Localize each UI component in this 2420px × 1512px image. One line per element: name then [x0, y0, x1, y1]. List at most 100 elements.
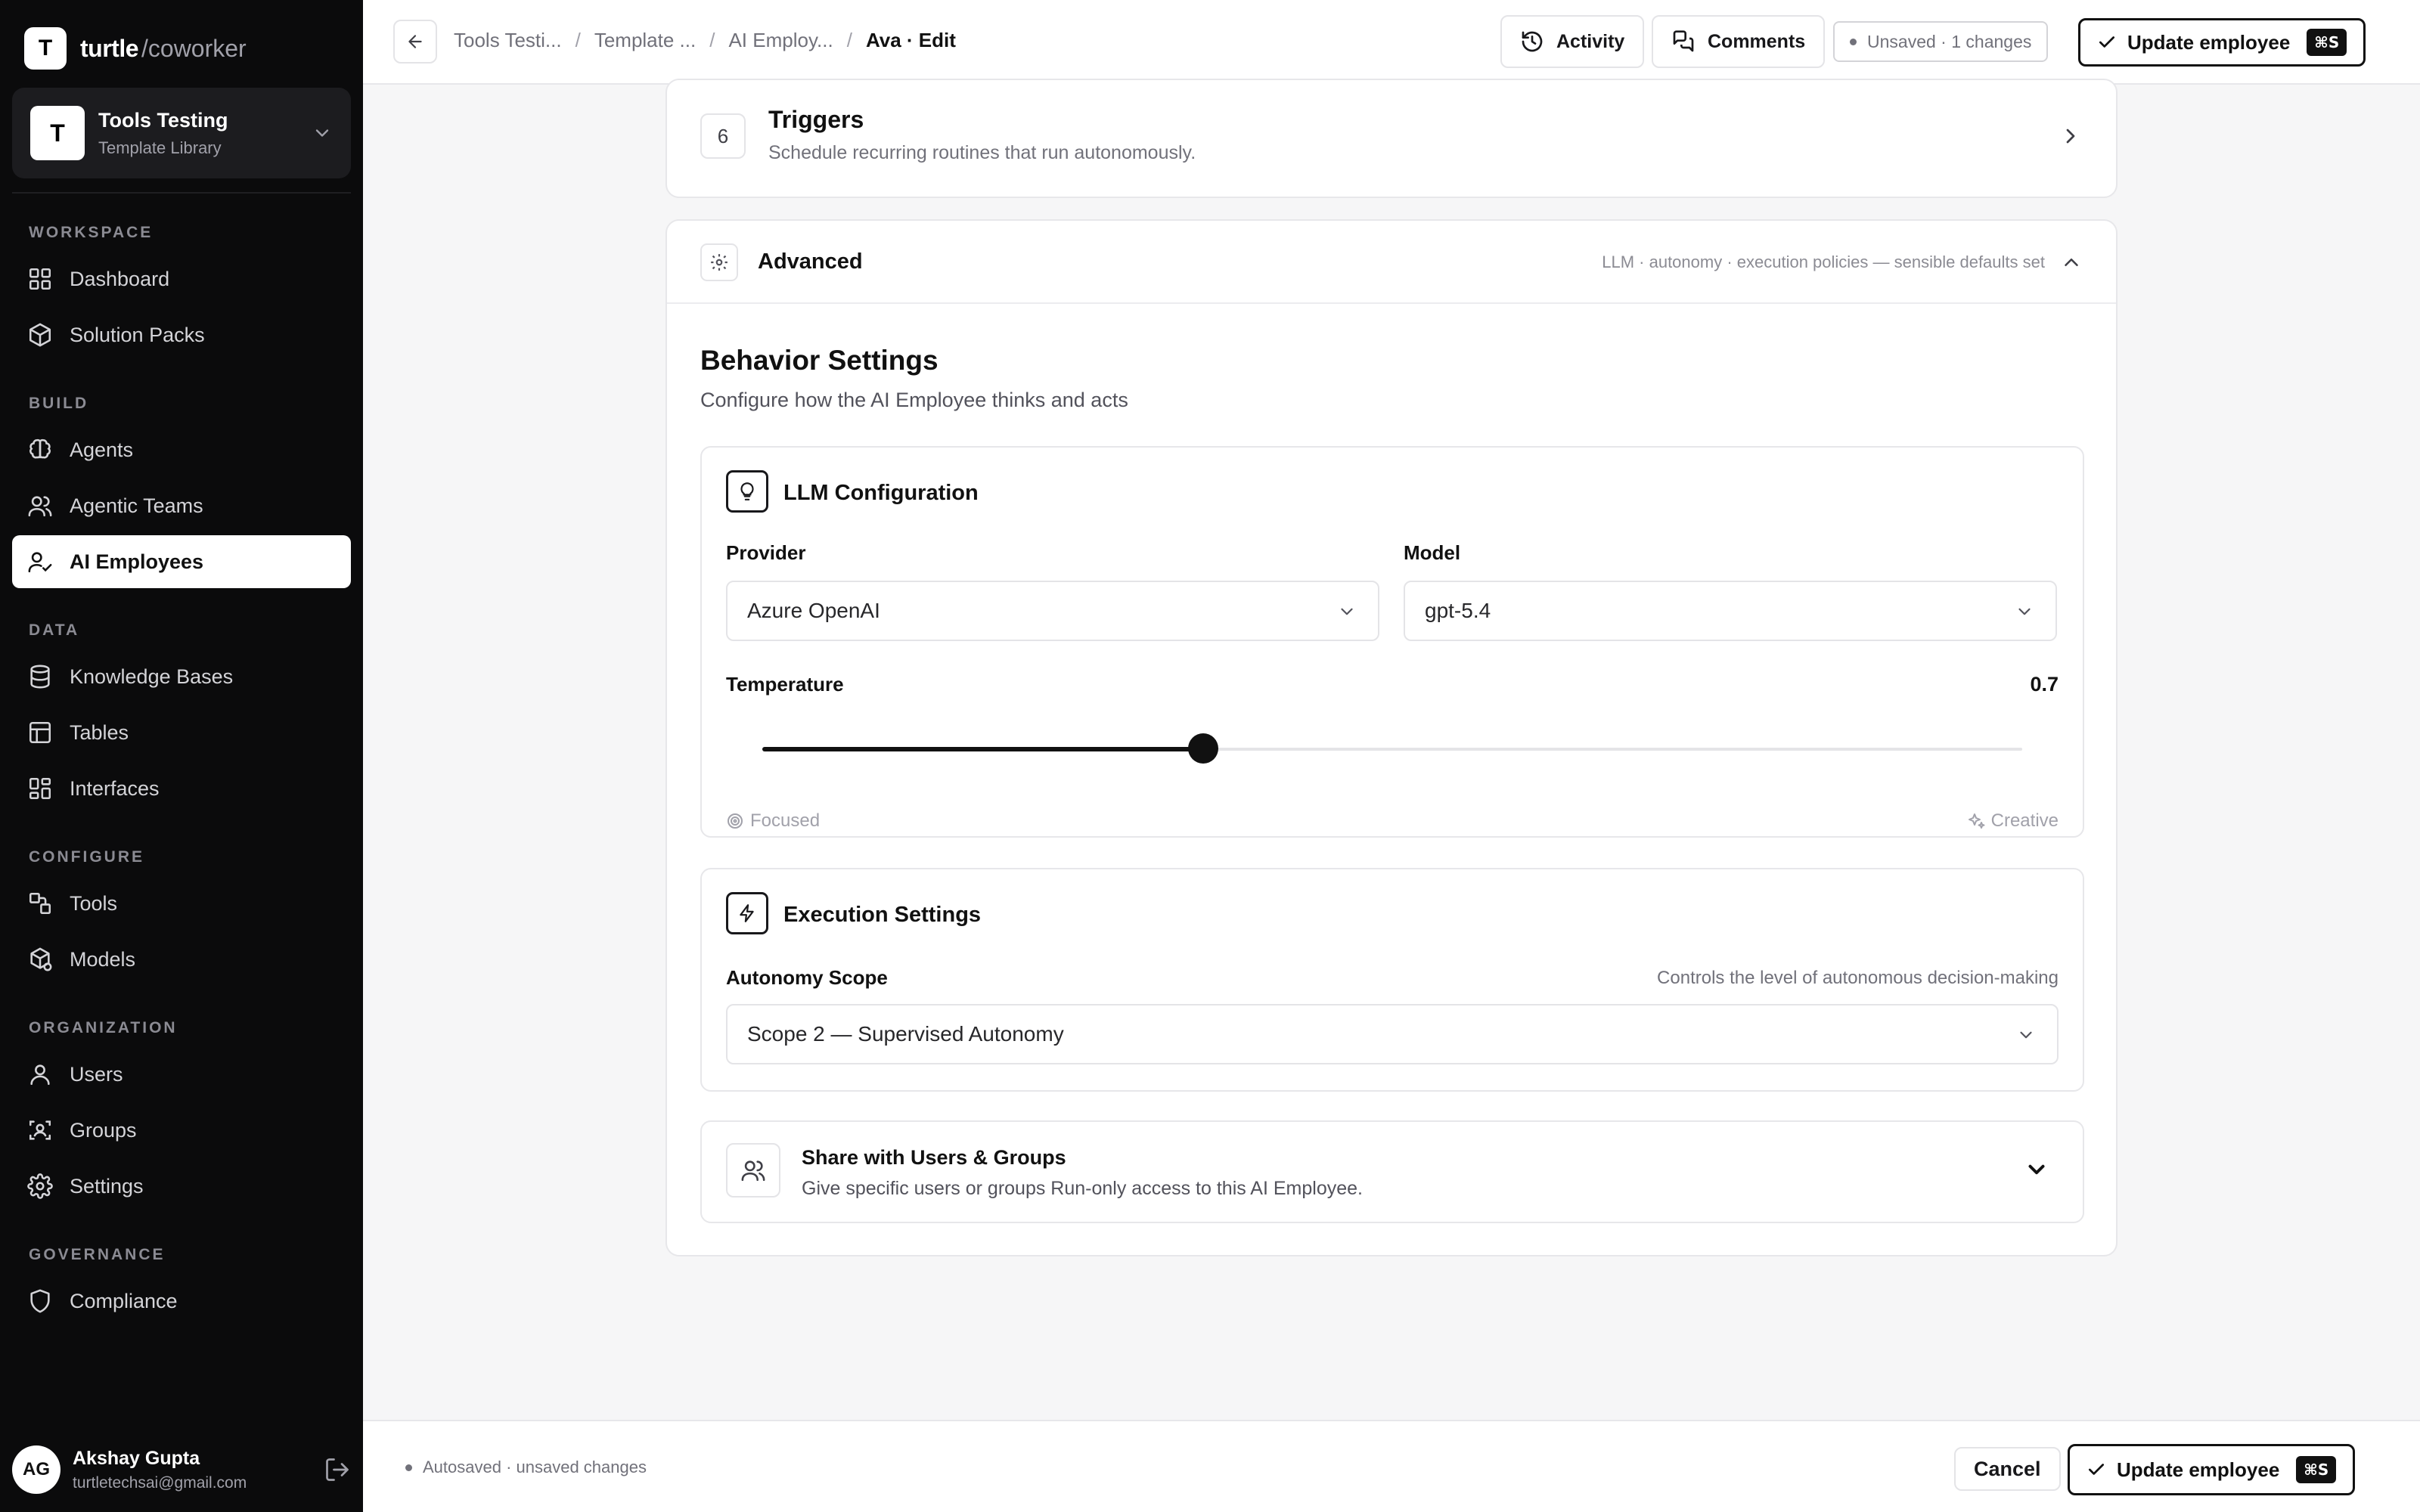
cube-icon — [30, 947, 52, 971]
sidebar-item-agentic-teams[interactable]: Agentic Teams — [12, 479, 351, 532]
comments-icon — [1673, 30, 1694, 52]
chevron-right-icon — [2066, 129, 2075, 144]
share-panel[interactable]: Share with Users & Groups Give specific … — [700, 1120, 2084, 1223]
history-icon — [1522, 31, 1543, 52]
database-icon — [30, 665, 50, 689]
model-select[interactable]: gpt-5.4 — [1404, 581, 2057, 641]
llm-configuration-title: LLM Configuration — [783, 481, 979, 505]
activity-label: Activity — [1556, 30, 1625, 52]
status-dot — [1850, 38, 1857, 45]
sidebar-item-label: Compliance — [70, 1289, 178, 1312]
sidebar-item-interfaces[interactable]: Interfaces — [12, 762, 351, 815]
nav-section-governance: GOVERNANCE — [29, 1246, 166, 1263]
sidebar-item-label: Groups — [70, 1118, 137, 1142]
back-button[interactable] — [393, 20, 437, 64]
breadcrumb-separator: / — [709, 29, 715, 51]
provider-label: Provider — [726, 541, 806, 564]
sidebar-item-label: Solution Packs — [70, 323, 205, 346]
breadcrumb-item[interactable]: Tools Testi... — [454, 29, 562, 52]
autonomy-scope-select[interactable]: Scope 2 — Supervised Autonomy — [726, 1004, 2059, 1064]
sidebar-item-models[interactable]: Models — [12, 933, 351, 986]
sidebar-item-knowledge-bases[interactable]: Knowledge Bases — [12, 650, 351, 703]
autonomy-scope-note: Controls the level of autonomous decisio… — [1657, 968, 2059, 988]
share-users-icon — [726, 1143, 780, 1198]
lightbulb-icon — [726, 470, 768, 513]
sidebar-divider — [12, 192, 351, 194]
sidebar-item-compliance[interactable]: Compliance — [12, 1275, 351, 1328]
autosave-label: Autosaved · unsaved changes — [423, 1458, 647, 1476]
nav-section-data: DATA — [29, 621, 80, 639]
cancel-button[interactable]: Cancel — [1954, 1447, 2061, 1491]
sidebar-item-label: Tables — [70, 720, 129, 744]
sidebar-item-label: Users — [70, 1062, 123, 1086]
group-icon — [29, 1120, 51, 1140]
breadcrumb-item[interactable]: Template ... — [594, 29, 696, 52]
user-name: Akshay Gupta — [73, 1447, 200, 1469]
sidebar-item-label: Interfaces — [70, 776, 160, 800]
chevron-down-icon[interactable] — [2024, 1157, 2049, 1182]
workspace-switcher[interactable]: T Tools Testing Template Library — [12, 88, 351, 178]
sidebar-item-settings[interactable]: Settings — [12, 1160, 351, 1213]
sidebar-item-ai-employees[interactable]: AI Employees — [12, 535, 351, 588]
sidebar-item-solution-packs[interactable]: Solution Packs — [12, 308, 351, 361]
footer-update-label: Update employee — [2117, 1458, 2280, 1481]
autonomy-scope-value: Scope 2 — Supervised Autonomy — [747, 1022, 1064, 1046]
update-employee-button[interactable]: Update employee ⌘S — [2078, 18, 2366, 67]
sidebar-item-tables[interactable]: Tables — [12, 706, 351, 759]
user-profile[interactable]: AG Akshay Gupta turtletechsai@gmail.com — [12, 1442, 351, 1497]
arrow-left-icon — [408, 35, 422, 48]
shield-icon — [30, 1289, 50, 1313]
workspace-name: Tools Testing — [98, 108, 228, 132]
logout-icon[interactable] — [324, 1456, 351, 1483]
sidebar-item-label: Models — [70, 947, 136, 971]
temperature-slider-track[interactable] — [762, 733, 2022, 764]
brand-name: turtle — [80, 34, 139, 62]
temperature-value: 0.7 — [2030, 673, 2059, 696]
breadcrumb: Tools Testi... / Template ... / AI Emplo… — [454, 29, 956, 52]
advanced-card: Advanced LLM · autonomy · execution poli… — [666, 219, 2118, 1256]
triggers-title: Triggers — [768, 106, 864, 133]
workspace-avatar: T — [30, 106, 85, 160]
gear-icon — [711, 254, 728, 271]
shortcut-badge: ⌘S — [2296, 1456, 2337, 1483]
breadcrumb-item[interactable]: AI Employ... — [728, 29, 833, 52]
brand[interactable]: T turtle /coworker — [24, 27, 247, 70]
provider-value: Azure OpenAI — [747, 599, 880, 622]
focused-label: Focused — [750, 810, 821, 831]
advanced-header[interactable]: Advanced LLM · autonomy · execution poli… — [667, 221, 2116, 304]
breadcrumb-separator: / — [846, 29, 852, 51]
comments-button[interactable]: Comments — [1652, 15, 1826, 68]
sidebar-item-label: Agents — [70, 438, 134, 461]
nav-section-build: BUILD — [29, 395, 89, 412]
focused-hint: Focused — [726, 810, 820, 832]
chevron-down-icon — [2020, 1031, 2032, 1039]
execution-settings-panel: Execution Settings Autonomy Scope Contro… — [700, 868, 2084, 1092]
step-number: 6 — [700, 113, 746, 159]
sidebar-item-label: Dashboard — [70, 267, 170, 290]
activity-button[interactable]: Activity — [1500, 15, 1645, 68]
sidebar-item-label: AI Employees — [70, 550, 204, 573]
sidebar-item-agents[interactable]: Agents — [12, 423, 351, 476]
share-title: Share with Users & Groups — [802, 1146, 1066, 1169]
sidebar-item-dashboard[interactable]: Dashboard — [12, 253, 351, 305]
sidebar-item-users[interactable]: Users — [12, 1048, 351, 1101]
triggers-card[interactable]: 6 Triggers Schedule recurring routines t… — [666, 79, 2118, 198]
provider-select[interactable]: Azure OpenAI — [726, 581, 1379, 641]
shortcut-badge: ⌘S — [2307, 29, 2347, 56]
creative-label: Creative — [1990, 810, 2059, 831]
user-check-icon — [28, 552, 52, 573]
autonomy-scope-label: Autonomy Scope — [726, 966, 888, 989]
temperature-slider-thumb[interactable] — [1188, 733, 1219, 764]
comments-label: Comments — [1708, 30, 1806, 52]
nav-section-workspace: WORKSPACE — [29, 224, 154, 241]
footer-update-employee-button[interactable]: Update employee ⌘S — [2068, 1444, 2356, 1495]
check-icon — [2099, 36, 2115, 48]
sidebar-item-groups[interactable]: Groups — [12, 1104, 351, 1157]
sidebar-item-tools[interactable]: Tools — [12, 877, 351, 930]
gear-icon — [27, 1173, 53, 1199]
breadcrumb-separator: / — [575, 29, 581, 51]
table-icon — [29, 721, 51, 744]
share-subtitle: Give specific users or groups Run-only a… — [802, 1178, 1363, 1199]
users-icon — [28, 496, 52, 517]
grid-icon — [29, 268, 51, 290]
